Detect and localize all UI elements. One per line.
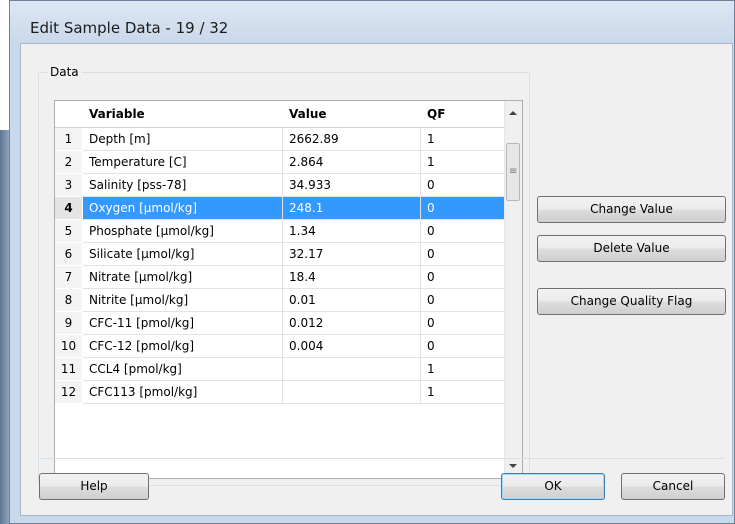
column-header-variable[interactable]: Variable — [89, 101, 145, 127]
separator — [40, 458, 724, 459]
qf-cell[interactable]: 0 — [421, 220, 505, 242]
row-number[interactable]: 12 — [55, 381, 82, 403]
variable-cell[interactable]: Salinity [pss-78] — [83, 174, 283, 196]
qf-cell[interactable]: 0 — [421, 243, 505, 265]
table-row[interactable]: 3 Salinity [pss-78] 34.933 0 — [55, 174, 505, 197]
variable-cell[interactable]: Nitrate [µmol/kg] — [83, 266, 283, 288]
row-number[interactable]: 10 — [55, 335, 82, 357]
scroll-down-arrow-icon[interactable] — [509, 464, 517, 468]
row-number[interactable]: 3 — [55, 174, 82, 196]
ok-button[interactable]: OK — [501, 473, 605, 500]
background-window-edge — [0, 130, 9, 524]
row-number-header — [55, 101, 82, 127]
qf-cell[interactable]: 1 — [421, 358, 505, 380]
value-cell[interactable]: 1.34 — [283, 220, 421, 242]
qf-cell[interactable]: 1 — [421, 151, 505, 173]
data-table[interactable]: Variable Value QF 1 Depth [m] 2662.89 1 2 Tem… — [54, 100, 523, 479]
table-row[interactable]: 7 Nitrate [µmol/kg] 18.4 0 — [55, 266, 505, 289]
dialog-client-area: Data Variable Value QF 1 Depth [m] 2662.89… — [20, 43, 733, 516]
variable-cell[interactable]: Phosphate [µmol/kg] — [83, 220, 283, 242]
table-row[interactable]: 11 CCL4 [pmol/kg] 1 — [55, 358, 505, 381]
variable-cell[interactable]: Silicate [µmol/kg] — [83, 243, 283, 265]
table-row[interactable]: 6 Silicate [µmol/kg] 32.17 0 — [55, 243, 505, 266]
scroll-up-arrow-icon[interactable] — [509, 111, 517, 115]
table-row[interactable]: 5 Phosphate [µmol/kg] 1.34 0 — [55, 220, 505, 243]
variable-cell[interactable]: Depth [m] — [83, 128, 283, 150]
value-cell[interactable]: 2.864 — [283, 151, 421, 173]
row-number[interactable]: 8 — [55, 289, 82, 311]
qf-cell[interactable]: 0 — [421, 174, 505, 196]
qf-cell[interactable]: 0 — [421, 197, 505, 219]
change-value-button[interactable]: Change Value — [537, 196, 726, 223]
value-cell[interactable]: 2662.89 — [283, 128, 421, 150]
row-number[interactable]: 1 — [55, 128, 82, 150]
window-title: Edit Sample Data - 19 / 32 — [30, 19, 229, 37]
data-group-label: Data — [47, 65, 82, 79]
variable-cell[interactable]: CFC-11 [pmol/kg] — [83, 312, 283, 334]
qf-cell[interactable]: 0 — [421, 266, 505, 288]
table-row[interactable]: 10 CFC-12 [pmol/kg] 0.004 0 — [55, 335, 505, 358]
value-cell[interactable]: 248.1 — [283, 197, 421, 219]
change-quality-flag-button[interactable]: Change Quality Flag — [537, 288, 726, 315]
row-number[interactable]: 7 — [55, 266, 82, 288]
value-cell[interactable]: 0.004 — [283, 335, 421, 357]
edit-sample-data-dialog: Edit Sample Data - 19 / 32 Data Variable… — [9, 0, 735, 524]
table-row[interactable]: 9 CFC-11 [pmol/kg] 0.012 0 — [55, 312, 505, 335]
variable-cell[interactable]: CFC-12 [pmol/kg] — [83, 335, 283, 357]
table-row[interactable]: 4 Oxygen [µmol/kg] 248.1 0 — [55, 197, 505, 220]
table-row[interactable]: 8 Nitrite [µmol/kg] 0.01 0 — [55, 289, 505, 312]
value-cell[interactable] — [283, 381, 421, 403]
qf-cell[interactable]: 1 — [421, 381, 505, 403]
variable-cell[interactable]: Nitrite [µmol/kg] — [83, 289, 283, 311]
value-cell[interactable]: 32.17 — [283, 243, 421, 265]
vertical-scrollbar[interactable]: ≡ — [504, 101, 522, 478]
table-header: Variable Value QF — [55, 101, 505, 128]
value-cell[interactable]: 0.012 — [283, 312, 421, 334]
variable-cell[interactable]: Temperature [C] — [83, 151, 283, 173]
value-cell[interactable]: 0.01 — [283, 289, 421, 311]
row-number[interactable]: 2 — [55, 151, 82, 173]
column-header-value[interactable]: Value — [289, 101, 327, 127]
qf-cell[interactable]: 1 — [421, 128, 505, 150]
variable-cell[interactable]: CCL4 [pmol/kg] — [83, 358, 283, 380]
row-number[interactable]: 9 — [55, 312, 82, 334]
variable-cell[interactable]: Oxygen [µmol/kg] — [83, 197, 283, 219]
cancel-button[interactable]: Cancel — [621, 473, 725, 500]
value-cell[interactable]: 34.933 — [283, 174, 421, 196]
row-gridline — [83, 403, 505, 404]
row-number[interactable]: 4 — [55, 197, 82, 219]
help-button[interactable]: Help — [39, 473, 149, 500]
column-header-qf[interactable]: QF — [427, 101, 445, 127]
variable-cell[interactable]: CFC113 [pmol/kg] — [83, 381, 283, 403]
value-cell[interactable]: 18.4 — [283, 266, 421, 288]
scrollbar-grip-icon: ≡ — [509, 166, 518, 177]
row-number[interactable]: 5 — [55, 220, 82, 242]
table-row[interactable]: 2 Temperature [C] 2.864 1 — [55, 151, 505, 174]
table-row[interactable]: 12 CFC113 [pmol/kg] 1 — [55, 381, 505, 404]
value-cell[interactable] — [283, 358, 421, 380]
row-number[interactable]: 6 — [55, 243, 82, 265]
title-bar[interactable]: Edit Sample Data - 19 / 32 — [10, 1, 734, 43]
qf-cell[interactable]: 0 — [421, 289, 505, 311]
row-number[interactable]: 11 — [55, 358, 82, 380]
table-row[interactable]: 1 Depth [m] 2662.89 1 — [55, 128, 505, 151]
qf-cell[interactable]: 0 — [421, 312, 505, 334]
qf-cell[interactable]: 0 — [421, 335, 505, 357]
delete-value-button[interactable]: Delete Value — [537, 235, 726, 262]
